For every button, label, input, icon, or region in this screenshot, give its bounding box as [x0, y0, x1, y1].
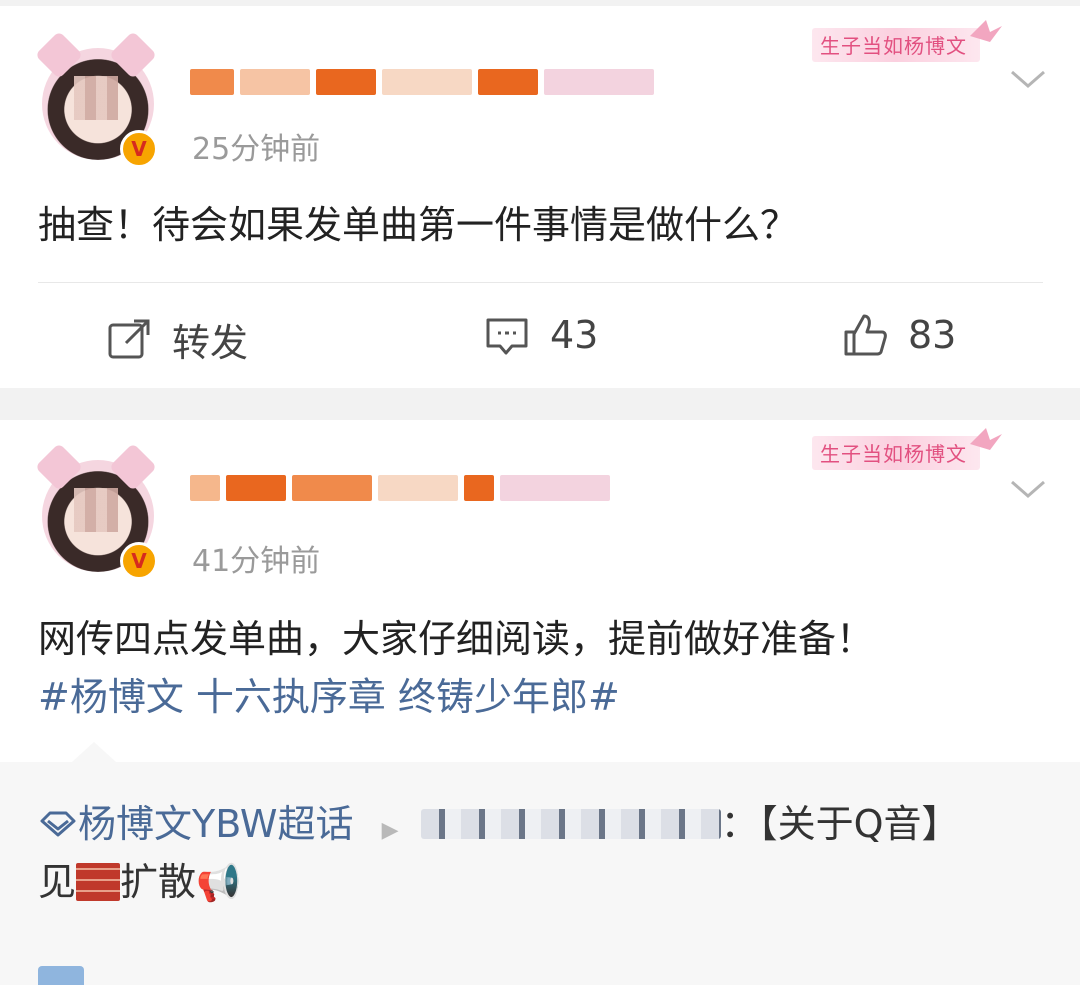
retweet-line-1: 杨博文YBW超话 ▶ ：【关于Q音】	[38, 796, 960, 859]
quote-text: ：【关于Q音】	[720, 802, 960, 846]
fan-badge-text: 生子当如杨博文	[820, 442, 967, 466]
username-blurred[interactable]	[190, 468, 610, 508]
verified-v-icon: V	[120, 542, 158, 580]
truncated-next-line	[38, 966, 458, 985]
chevron-down-icon[interactable]	[1008, 60, 1048, 100]
super-topic-link[interactable]: 杨博文YBW超话	[78, 802, 354, 846]
retweet-line-2: 见扩散📢	[38, 854, 241, 912]
brick-icon	[76, 863, 121, 901]
play-arrow-icon: ▶	[381, 818, 399, 843]
repost-label: 转发	[172, 321, 249, 365]
post-content: 抽查！待会如果发单曲第一件事情是做什么？	[38, 203, 799, 247]
post-card: V 41分钟前 生子当如杨博文 网传四点发单曲，大家仔细阅读，提前做好准备！ #…	[0, 420, 1080, 985]
thumbs-up-icon	[844, 314, 887, 356]
repost-button[interactable]: 转发	[106, 312, 248, 367]
author-blurred[interactable]	[420, 809, 721, 839]
chevron-down-icon[interactable]	[1008, 470, 1048, 510]
fan-badge: 生子当如杨博文	[794, 424, 1004, 480]
topic-link[interactable]: #杨博文 十六执序章 终铸少年郎#	[38, 668, 620, 726]
retweet-text-b: 扩散	[120, 860, 197, 904]
comment-icon	[486, 318, 528, 355]
verified-v-icon: V	[120, 130, 158, 168]
diamond-icon	[40, 811, 76, 837]
post-card: V 25分钟前 生子当如杨博文 抽查！待会如果发单曲第一件事情是做什么？ 转发 …	[0, 6, 1080, 388]
like-count: 83	[908, 313, 957, 357]
divider	[38, 282, 1043, 283]
pixelated-face	[74, 76, 118, 120]
retweet-box[interactable]: 杨博文YBW超话 ▶ ：【关于Q音】 见扩散📢	[0, 742, 1080, 985]
fan-badge: 生子当如杨博文	[794, 16, 1004, 72]
post-time: 41分钟前	[192, 544, 321, 579]
share-icon	[108, 319, 150, 358]
paper-crane-icon	[970, 428, 1002, 450]
like-button[interactable]: 83	[842, 312, 956, 358]
comment-count: 43	[550, 313, 599, 357]
comment-button[interactable]: 43	[484, 312, 598, 358]
paper-crane-icon	[970, 20, 1002, 42]
fan-badge-text: 生子当如杨博文	[820, 34, 967, 58]
pixelated-face	[74, 488, 118, 532]
megaphone-icon: 📢	[196, 863, 241, 904]
username-blurred[interactable]	[190, 62, 654, 102]
post-time: 25分钟前	[192, 132, 321, 167]
post-content: 网传四点发单曲，大家仔细阅读，提前做好准备！	[38, 617, 875, 661]
retweet-text-a: 见	[38, 860, 77, 904]
